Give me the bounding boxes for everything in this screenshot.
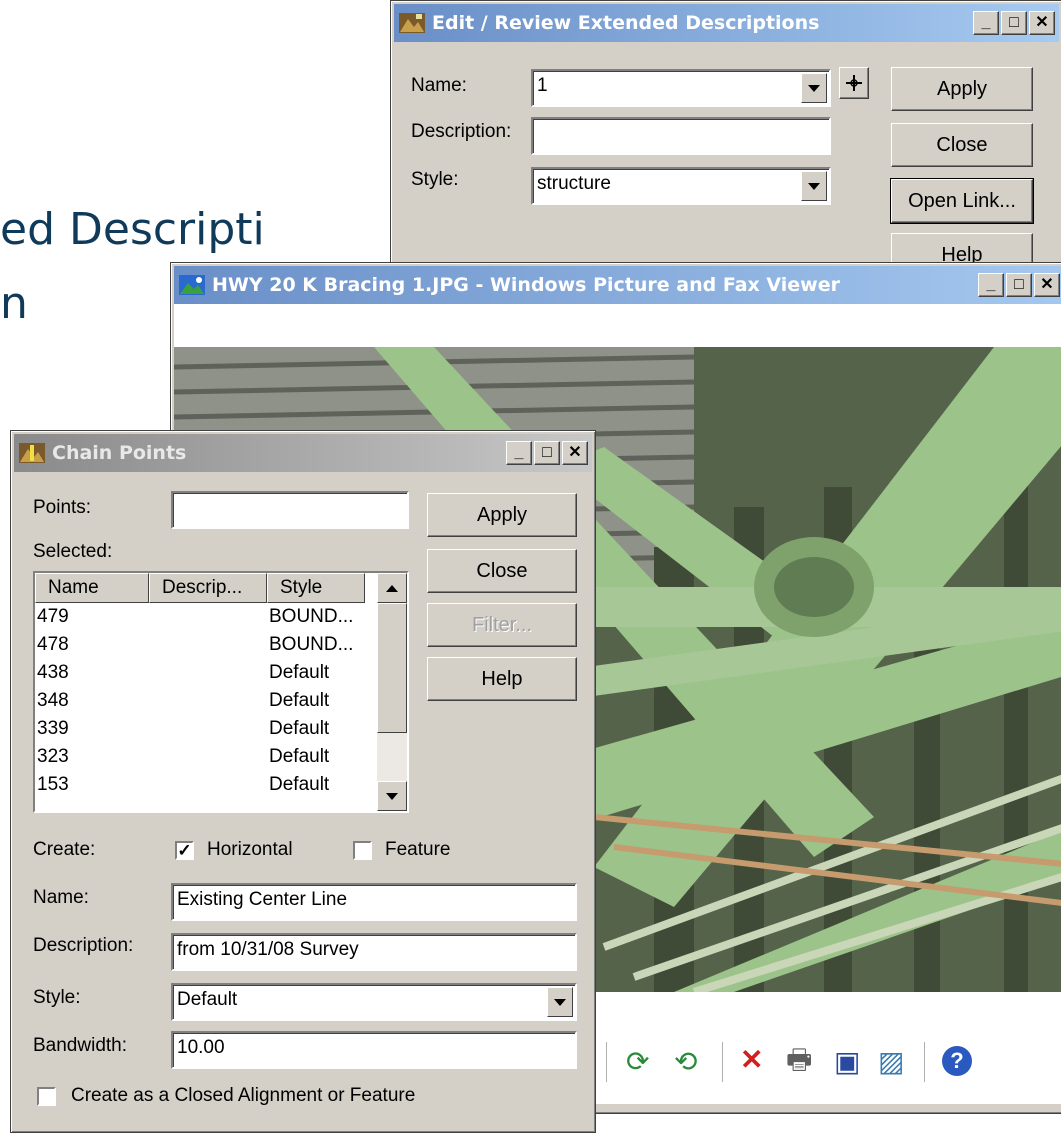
- create-label: Create:: [33, 839, 96, 860]
- column-header-style[interactable]: Style: [267, 573, 365, 603]
- feature-checkbox[interactable]: [353, 841, 372, 860]
- apply-button[interactable]: Apply: [891, 67, 1033, 111]
- closed-alignment-label[interactable]: Create as a Closed Alignment or Feature: [71, 1085, 415, 1107]
- rotate-clockwise-icon[interactable]: ⟳: [626, 1048, 649, 1076]
- maximize-button[interactable]: □: [1006, 273, 1032, 297]
- rotate-counterclockwise-icon[interactable]: ⟲: [674, 1048, 697, 1076]
- list-scrollbar[interactable]: [377, 573, 407, 811]
- maximize-button[interactable]: □: [1001, 11, 1027, 35]
- chain-name-input[interactable]: Existing Center Line: [171, 883, 577, 921]
- viewer-top-margin: [174, 304, 1061, 347]
- horizontal-checkbox[interactable]: ✓: [175, 841, 194, 860]
- close-dialog-button[interactable]: Close: [427, 549, 577, 593]
- close-dialog-button[interactable]: Close: [891, 123, 1033, 167]
- chain-style-dropdown[interactable]: Default: [171, 983, 577, 1021]
- help-button[interactable]: Help: [427, 657, 577, 701]
- description-input[interactable]: [531, 117, 831, 155]
- landscape-icon: [399, 13, 425, 33]
- minimize-button[interactable]: _: [973, 11, 999, 35]
- picture-viewer-titlebar[interactable]: HWY 20 K Bracing 1.JPG - Windows Picture…: [174, 266, 1061, 304]
- chain-style-value: Default: [177, 989, 238, 1010]
- table-row[interactable]: 153 Default: [37, 771, 367, 799]
- list-header: Name Descrip... Style: [35, 573, 365, 603]
- close-button[interactable]: ✕: [1034, 273, 1060, 297]
- column-header-description[interactable]: Descrip...: [149, 573, 267, 603]
- selected-label: Selected:: [33, 541, 113, 562]
- chain-description-input[interactable]: from 10/31/08 Survey: [171, 933, 577, 971]
- chain-points-titlebar[interactable]: Chain Points _ □ ✕: [14, 434, 592, 472]
- table-row[interactable]: 339 Default: [37, 715, 367, 743]
- name-dropdown-value: 1: [537, 75, 548, 96]
- picture-viewer-title: HWY 20 K Bracing 1.JPG - Windows Picture…: [212, 274, 840, 296]
- horizontal-checkbox-label[interactable]: Horizontal: [207, 839, 293, 861]
- bandwidth-label: Bandwidth:: [33, 1035, 128, 1056]
- chain-points-icon: [19, 443, 45, 463]
- description-label: Description:: [411, 121, 512, 142]
- chain-name-label: Name:: [33, 887, 89, 908]
- chain-points-window: Chain Points _ □ ✕ Points: Selected: Nam…: [10, 430, 596, 1133]
- list-rows: 479 BOUND... 478 BOUND... 438 Default 348 De…: [37, 603, 367, 799]
- close-button[interactable]: ✕: [1029, 11, 1055, 35]
- crosshair-pick-button[interactable]: [839, 67, 869, 99]
- closed-alignment-checkbox[interactable]: [37, 1087, 56, 1106]
- chevron-down-icon[interactable]: [801, 73, 827, 103]
- minimize-button[interactable]: _: [506, 441, 532, 465]
- apply-button[interactable]: Apply: [427, 493, 577, 537]
- table-row[interactable]: 438 Default: [37, 659, 367, 687]
- points-label: Points:: [33, 497, 92, 518]
- slide-title-fragment: ed Descripti: [0, 204, 265, 255]
- style-label: Style:: [411, 169, 459, 190]
- delete-icon[interactable]: ✕: [740, 1046, 763, 1074]
- chain-points-title: Chain Points: [52, 442, 187, 464]
- chain-style-label: Style:: [33, 987, 81, 1008]
- chevron-down-icon[interactable]: [801, 171, 827, 201]
- column-header-name[interactable]: Name: [35, 573, 149, 603]
- scroll-thumb[interactable]: [377, 603, 407, 733]
- style-dropdown[interactable]: structure: [531, 167, 831, 205]
- table-row[interactable]: 478 BOUND...: [37, 631, 367, 659]
- maximize-button[interactable]: □: [534, 441, 560, 465]
- toolbar-separator: [722, 1042, 723, 1082]
- picture-icon: [179, 275, 205, 295]
- print-icon[interactable]: 🖶: [786, 1046, 812, 1074]
- edit-review-title: Edit / Review Extended Descriptions: [432, 12, 820, 34]
- toolbar-separator: [606, 1042, 607, 1082]
- scroll-up-icon[interactable]: [377, 573, 407, 603]
- points-input[interactable]: [171, 491, 409, 529]
- feature-checkbox-label[interactable]: Feature: [385, 839, 450, 861]
- table-row[interactable]: 323 Default: [37, 743, 367, 771]
- chevron-down-icon[interactable]: [547, 987, 573, 1017]
- open-link-button[interactable]: Open Link...: [890, 178, 1034, 224]
- name-dropdown[interactable]: 1: [531, 69, 831, 107]
- edit-image-icon[interactable]: ▨: [878, 1048, 904, 1076]
- chain-description-label: Description:: [33, 935, 134, 956]
- table-row[interactable]: 348 Default: [37, 687, 367, 715]
- filter-button[interactable]: Filter...: [427, 603, 577, 647]
- help-icon[interactable]: ?: [942, 1046, 972, 1076]
- table-row[interactable]: 479 BOUND...: [37, 603, 367, 631]
- close-button[interactable]: ✕: [562, 441, 588, 465]
- name-label: Name:: [411, 75, 467, 96]
- toolbar-separator: [924, 1042, 925, 1082]
- bandwidth-input[interactable]: 10.00: [171, 1031, 577, 1069]
- minimize-button[interactable]: _: [978, 273, 1004, 297]
- save-icon[interactable]: ▣: [834, 1048, 860, 1076]
- selected-points-list[interactable]: Name Descrip... Style 479 BOUND... 478 BOU…: [33, 571, 409, 813]
- scroll-down-icon[interactable]: [377, 781, 407, 811]
- crosshair-icon: [846, 75, 862, 91]
- edit-review-titlebar[interactable]: Edit / Review Extended Descriptions _ □ …: [394, 4, 1059, 42]
- style-dropdown-value: structure: [537, 173, 611, 194]
- slide-subtitle-fragment: n: [0, 278, 28, 329]
